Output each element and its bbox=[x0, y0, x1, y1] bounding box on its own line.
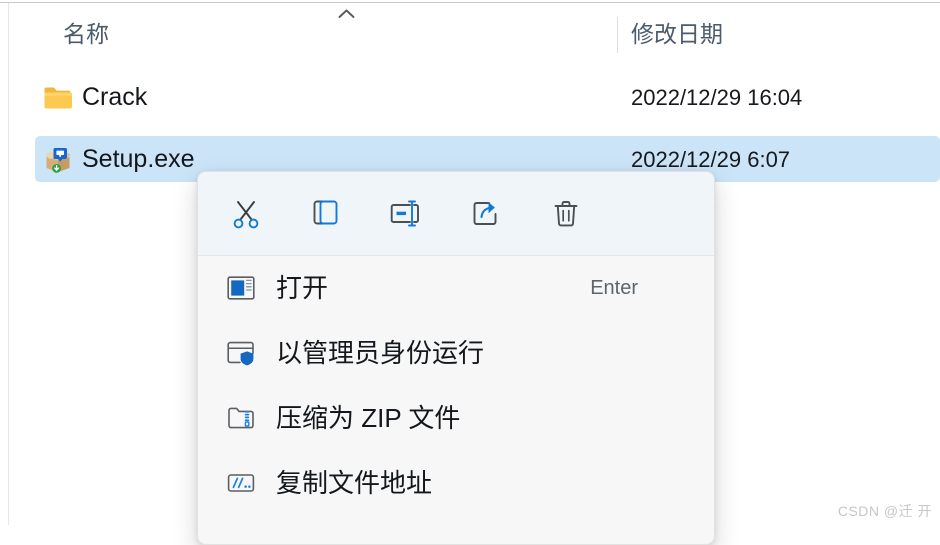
file-date-modified: 2022/12/29 16:04 bbox=[631, 85, 803, 110]
menu-item-label: 压缩为 ZIP 文件 bbox=[276, 403, 461, 433]
cut-icon bbox=[233, 201, 259, 229]
table-row[interactable]: Crack 2022/12/29 16:04 bbox=[35, 74, 940, 120]
menu-item-run-as-administrator[interactable]: 以管理员身份运行 bbox=[198, 321, 714, 386]
column-header-name[interactable]: 名称 bbox=[63, 23, 109, 46]
rename-icon bbox=[390, 200, 419, 227]
installer-package-icon bbox=[45, 148, 71, 173]
file-date-modified: 2022/12/29 6:07 bbox=[631, 147, 791, 172]
menu-item-accelerator: Enter bbox=[590, 277, 638, 299]
menu-item-label: 复制文件地址 bbox=[276, 468, 433, 498]
copy-icon bbox=[313, 200, 338, 225]
rename-button[interactable] bbox=[380, 188, 432, 240]
share-icon bbox=[473, 202, 497, 225]
zip-folder-icon bbox=[226, 403, 256, 433]
copy-path-icon bbox=[226, 468, 256, 498]
menu-item-label: 以管理员身份运行 bbox=[276, 338, 485, 368]
file-explorer-content-pane: 名称 修改日期 Crack 2022/12/29 16:04 Setup.exe… bbox=[0, 0, 940, 545]
navigation-pane-divider bbox=[8, 3, 9, 525]
open-window-icon bbox=[226, 273, 256, 303]
column-header-date-modified[interactable]: 修改日期 bbox=[631, 23, 723, 46]
column-separator[interactable] bbox=[617, 17, 618, 53]
menu-item-open[interactable]: 打开 Enter bbox=[198, 256, 714, 321]
menu-item-compress-to-zip[interactable]: 压缩为 ZIP 文件 bbox=[198, 386, 714, 451]
share-button[interactable] bbox=[460, 188, 512, 240]
folder-icon bbox=[44, 87, 73, 109]
copy-button[interactable] bbox=[300, 188, 352, 240]
column-header: 名称 修改日期 bbox=[9, 3, 940, 63]
delete-icon bbox=[554, 201, 578, 227]
menu-item-copy-file-path[interactable]: 复制文件地址 bbox=[198, 451, 714, 516]
shield-admin-icon bbox=[226, 338, 256, 368]
watermark: CSDN @迁 开 bbox=[837, 503, 932, 519]
chevron-up-icon bbox=[338, 9, 355, 18]
menu-item-label: 打开 bbox=[276, 273, 329, 303]
delete-button[interactable] bbox=[540, 188, 592, 240]
context-menu-toolbar bbox=[198, 172, 714, 256]
cut-button[interactable] bbox=[220, 188, 272, 240]
file-name: Setup.exe bbox=[82, 145, 195, 173]
context-menu[interactable]: 打开 Enter 以管理员身份运行 压缩为 ZIP 文件 复制文件地址 bbox=[197, 171, 715, 545]
file-name: Crack bbox=[82, 83, 148, 111]
